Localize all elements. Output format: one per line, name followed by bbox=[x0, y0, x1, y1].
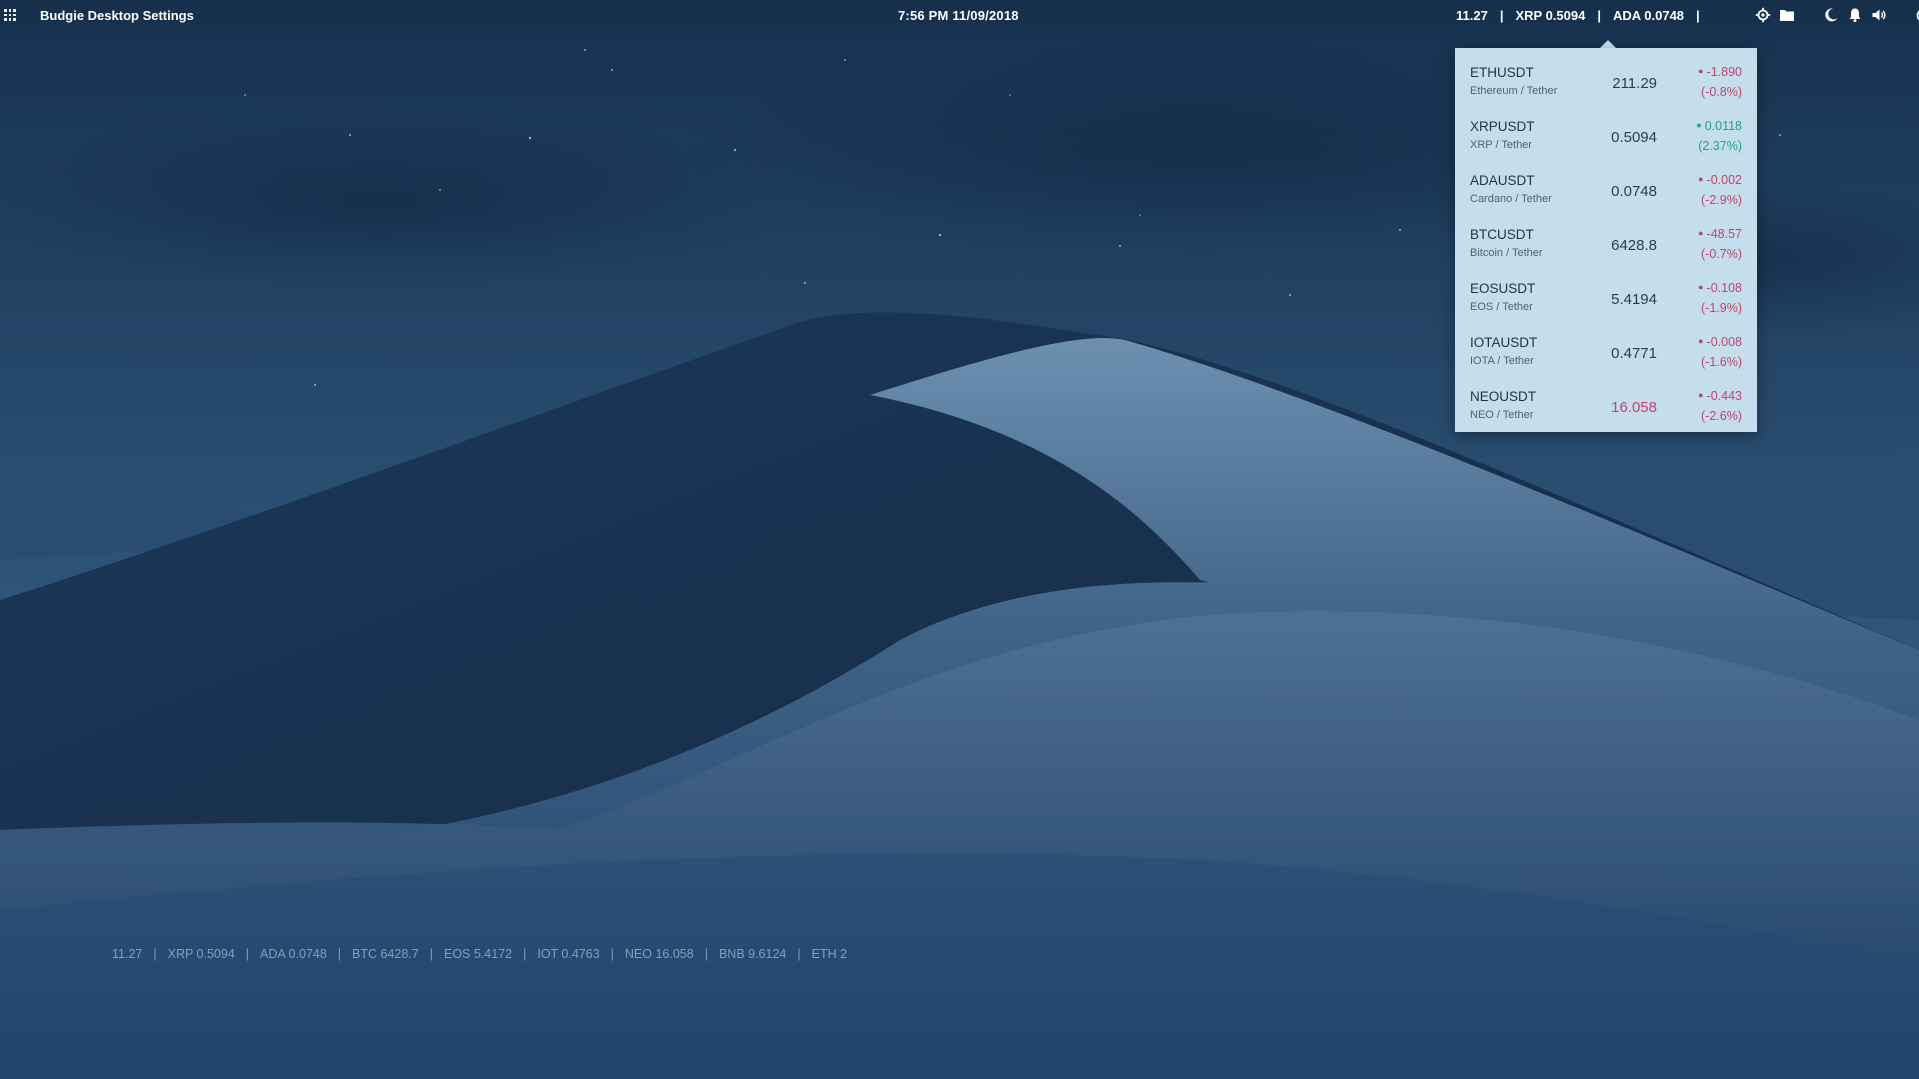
settings-icon[interactable] bbox=[1754, 6, 1772, 24]
coin-name: NEO / Tether bbox=[1470, 409, 1534, 421]
ticker-separator: | bbox=[610, 947, 614, 961]
coin-change: ● -1.890 bbox=[1698, 65, 1742, 79]
coin-change-percent: (-0.7%) bbox=[1701, 247, 1742, 261]
panel-crypto-ticker[interactable]: 11.27 | XRP 0.5094 | ADA 0.0748 | bbox=[1456, 8, 1712, 23]
down-dot-icon: ● bbox=[1698, 228, 1704, 238]
ticker-separator: | bbox=[429, 947, 433, 961]
ticker-item: 11.27 bbox=[1456, 8, 1488, 23]
ticker-separator: | bbox=[1597, 8, 1601, 23]
ticker-separator: | bbox=[153, 947, 157, 961]
coin-name: Ethereum / Tether bbox=[1470, 85, 1558, 97]
coin-change: ● -0.108 bbox=[1698, 281, 1742, 295]
coin-change-percent: (-0.8%) bbox=[1701, 85, 1742, 99]
down-dot-icon: ● bbox=[1698, 390, 1704, 400]
night-light-icon[interactable] bbox=[1822, 6, 1840, 24]
system-tray bbox=[1754, 6, 1919, 24]
panel-clock[interactable]: 7:56 PM 11/09/2018 bbox=[898, 8, 1019, 23]
desktop-crypto-ticker: 11.27 | XRP 0.5094 | ADA 0.0748 | BTC 64… bbox=[112, 947, 847, 961]
up-dot-icon: ● bbox=[1696, 120, 1702, 130]
coin-change: ● -0.008 bbox=[1698, 335, 1742, 349]
desktop-ticker-item: EOS 5.4172 bbox=[443, 947, 513, 961]
ticker-separator: | bbox=[245, 947, 250, 961]
active-window-title[interactable]: Budgie Desktop Settings bbox=[40, 8, 194, 23]
desktop-ticker-item: ETH 2 bbox=[811, 947, 848, 961]
coin-price: 0.5094 bbox=[1611, 129, 1657, 146]
down-dot-icon: ● bbox=[1698, 282, 1704, 292]
coin-row-btcusdt[interactable]: BTCUSDT Bitcoin / Tether 6428.8 ● -48.57 … bbox=[1455, 220, 1757, 274]
coin-change: ● -48.57 bbox=[1698, 227, 1742, 241]
ticker-separator: | bbox=[1499, 8, 1504, 23]
ticker-item: XRP 0.5094 bbox=[1515, 8, 1586, 23]
volume-icon[interactable] bbox=[1870, 6, 1888, 24]
coin-change-percent: (-2.6%) bbox=[1701, 409, 1742, 423]
coin-symbol: ETHUSDT bbox=[1470, 65, 1534, 80]
ticker-item: ADA 0.0748 bbox=[1612, 8, 1685, 23]
coin-name: IOTA / Tether bbox=[1470, 355, 1534, 367]
coin-change: ● -0.002 bbox=[1698, 173, 1742, 187]
ticker-separator: | bbox=[704, 947, 708, 961]
folder-icon[interactable] bbox=[1778, 6, 1796, 24]
coin-change: ● -0.443 bbox=[1698, 389, 1742, 403]
power-icon[interactable] bbox=[1914, 6, 1919, 24]
ticker-separator: | bbox=[337, 947, 342, 961]
desktop-ticker-item: BNB 9.6124 bbox=[718, 947, 787, 961]
coin-price: 6428.8 bbox=[1611, 237, 1657, 254]
coin-row-adausdt[interactable]: ADAUSDT Cardano / Tether 0.0748 ● -0.002 … bbox=[1455, 166, 1757, 220]
desktop-ticker-item: 11.27 bbox=[112, 947, 143, 961]
coin-symbol: XRPUSDT bbox=[1470, 119, 1535, 134]
ticker-separator: | bbox=[1696, 8, 1700, 23]
coin-row-iotausdt[interactable]: IOTAUSDT IOTA / Tether 0.4771 ● -0.008 (-… bbox=[1455, 328, 1757, 382]
coin-change-percent: (-1.9%) bbox=[1701, 301, 1742, 315]
down-dot-icon: ● bbox=[1698, 336, 1704, 346]
app-menu-grid-icon[interactable] bbox=[4, 9, 16, 21]
coin-symbol: EOSUSDT bbox=[1470, 281, 1536, 296]
coin-price: 5.4194 bbox=[1611, 291, 1657, 308]
popover-arrow bbox=[1600, 40, 1616, 48]
coin-symbol: BTCUSDT bbox=[1470, 227, 1534, 242]
desktop-ticker-item: ADA 0.0748 bbox=[260, 947, 327, 961]
coin-price: 0.0748 bbox=[1611, 183, 1657, 200]
down-dot-icon: ● bbox=[1698, 66, 1704, 76]
coin-change-percent: (-2.9%) bbox=[1701, 193, 1742, 207]
coin-row-neousdt[interactable]: NEOUSDT NEO / Tether 16.058 ● -0.443 (-2.… bbox=[1455, 382, 1757, 432]
coin-change: ● 0.0118 bbox=[1696, 119, 1742, 133]
top-panel: Budgie Desktop Settings 7:56 PM 11/09/20… bbox=[0, 0, 1919, 30]
coin-price: 211.29 bbox=[1612, 75, 1657, 92]
ticker-separator: | bbox=[797, 947, 801, 961]
crypto-price-popover: ETHUSDT Ethereum / Tether 211.29 ● -1.890… bbox=[1455, 48, 1757, 432]
coin-change-percent: (-1.6%) bbox=[1701, 355, 1742, 369]
coin-price: 0.4771 bbox=[1611, 345, 1657, 362]
down-dot-icon: ● bbox=[1698, 174, 1704, 184]
coin-symbol: ADAUSDT bbox=[1470, 173, 1535, 188]
coin-row-eosusdt[interactable]: EOSUSDT EOS / Tether 5.4194 ● -0.108 (-1.… bbox=[1455, 274, 1757, 328]
coin-change-percent: (2.37%) bbox=[1698, 139, 1742, 153]
coin-name: XRP / Tether bbox=[1470, 139, 1532, 151]
coin-name: EOS / Tether bbox=[1470, 301, 1533, 313]
ticker-separator: | bbox=[523, 947, 527, 961]
desktop-ticker-item: NEO 16.058 bbox=[624, 947, 694, 961]
desktop-ticker-item: BTC 6428.7 bbox=[352, 947, 419, 961]
desktop-ticker-item: XRP 0.5094 bbox=[167, 947, 235, 961]
notifications-icon[interactable] bbox=[1846, 6, 1864, 24]
coin-name: Bitcoin / Tether bbox=[1470, 247, 1543, 259]
coin-price-alert: 16.058 bbox=[1611, 399, 1657, 416]
coin-row-ethusdt[interactable]: ETHUSDT Ethereum / Tether 211.29 ● -1.890… bbox=[1455, 58, 1757, 112]
coin-symbol: NEOUSDT bbox=[1470, 389, 1537, 404]
coin-symbol: IOTAUSDT bbox=[1470, 335, 1538, 350]
desktop-ticker-item: IOT 0.4763 bbox=[537, 947, 600, 961]
coin-name: Cardano / Tether bbox=[1470, 193, 1552, 205]
coin-row-xrpusdt[interactable]: XRPUSDT XRP / Tether 0.5094 ● 0.0118 (2.3… bbox=[1455, 112, 1757, 166]
